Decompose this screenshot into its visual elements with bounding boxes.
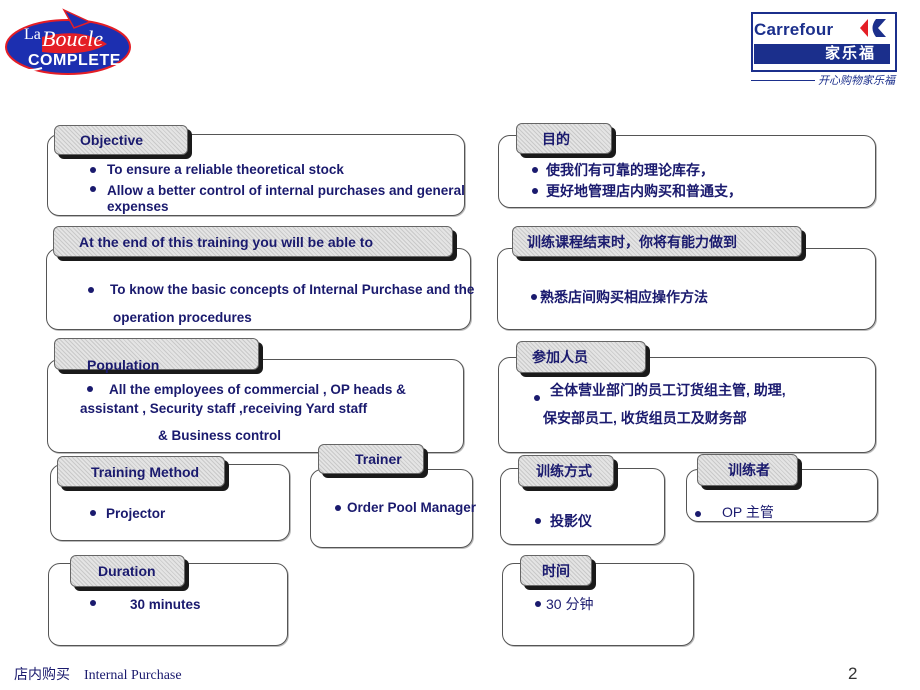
cn-trainer-title: 训练者: [728, 462, 770, 478]
cn-objective-item: 更好地管理店内购买和普通支，: [546, 183, 742, 199]
end-of-training-item-cont: operation procedures: [113, 310, 252, 325]
population-item-cont: & Business control: [158, 428, 282, 443]
footer-title-en: Internal Purchase: [84, 668, 182, 683]
cn-objective-title: 目的: [542, 130, 570, 147]
cn-end-of-training-tab: 训练课程结束时，你将有能力做到: [512, 226, 802, 257]
duration-title: Duration: [98, 563, 156, 579]
carrefour-slogan: 开心购物家乐福: [818, 75, 895, 87]
footer-title: 店内购买 Internal Purchase: [14, 664, 182, 684]
logo-text-la: La: [24, 26, 41, 43]
slogan-line: [751, 80, 815, 81]
cn-duration-title: 时间: [542, 562, 570, 579]
population-title: Population: [87, 357, 160, 373]
cn-objective-tab: 目的: [516, 123, 612, 154]
cn-population-item-cont: 保安部员工, 收货组员工及财务部: [543, 410, 747, 426]
cn-trainer-tab: 训练者: [697, 454, 798, 486]
bullet-icon: [531, 294, 537, 300]
carrefour-chinese-name: 家乐福: [754, 44, 890, 64]
cn-duration-tab: 时间: [520, 555, 592, 586]
cn-end-of-training-item: 熟悉店间购买相应操作方法: [540, 289, 708, 305]
cn-population-item: 全体营业部门的员工订货组主管, 助理,: [550, 382, 786, 398]
bullet-icon: [90, 186, 96, 192]
end-of-training-tab: At the end of this training you will be …: [53, 226, 453, 257]
end-of-training-title: At the end of this training you will be …: [79, 233, 374, 250]
cn-trainer-item: OP 主管: [722, 504, 774, 520]
training-method-tab: Training Method: [57, 456, 225, 487]
cn-end-of-training-title: 训练课程结束时，你将有能力做到: [527, 233, 737, 250]
training-method-item: Projector: [106, 506, 166, 521]
bullet-icon: [535, 601, 541, 607]
page-number: 2: [848, 664, 858, 683]
cn-population-tab: 参加人员: [516, 341, 646, 373]
population-item: All the employees of commercial , OP hea…: [109, 382, 406, 397]
bullet-icon: [90, 600, 96, 606]
trainer-tab: Trainer: [318, 444, 424, 474]
training-method-title: Training Method: [91, 463, 200, 480]
duration-tab: Duration: [70, 555, 185, 587]
cn-population-title: 参加人员: [532, 349, 588, 365]
carrefour-brand-name: Carrefour: [754, 20, 834, 39]
bullet-icon: [532, 188, 538, 194]
bullet-icon: [532, 167, 538, 173]
objective-item-cont: expenses: [107, 199, 169, 214]
cn-objective-item: 使我们有可靠的理论库存，: [546, 162, 714, 178]
bullet-icon: [90, 510, 96, 516]
objective-title: Objective: [80, 132, 144, 148]
bullet-icon: [534, 395, 540, 401]
la-boucle-complete-logo: La Boucle COMPLETE: [2, 2, 137, 77]
footer-title-cn: 店内购买: [14, 668, 70, 683]
trainer-title: Trainer: [355, 451, 402, 467]
carrefour-logo: Carrefour 家乐福 开心购物家乐福: [748, 12, 898, 92]
objective-item: To ensure a reliable theoretical stock: [107, 162, 344, 177]
bullet-icon: [87, 386, 93, 392]
bullet-icon: [535, 518, 541, 524]
logo-text-complete: COMPLETE: [28, 52, 121, 69]
cn-training-method-title: 训练方式: [536, 463, 592, 479]
cn-training-method-tab: 训练方式: [518, 455, 614, 487]
bullet-icon: [90, 167, 96, 173]
bullet-icon: [695, 511, 701, 517]
bullet-icon: [335, 505, 341, 511]
logo-text-boucle: Boucle: [42, 26, 104, 51]
population-item-cont: assistant , Security staff ,receiving Ya…: [80, 401, 368, 416]
end-of-training-item: To know the basic concepts of Internal P…: [110, 282, 475, 297]
objective-tab: Objective: [54, 125, 188, 155]
population-tab: Population: [54, 338, 259, 373]
cn-training-method-item: 投影仪: [550, 513, 592, 529]
cn-duration-item: 30 分钟: [546, 596, 594, 612]
bullet-icon: [88, 287, 94, 293]
objective-item: Allow a better control of internal purch…: [107, 183, 465, 198]
trainer-item: Order Pool Manager: [347, 500, 477, 515]
duration-item: 30 minutes: [130, 597, 201, 612]
carrefour-c-icon: [860, 19, 886, 37]
